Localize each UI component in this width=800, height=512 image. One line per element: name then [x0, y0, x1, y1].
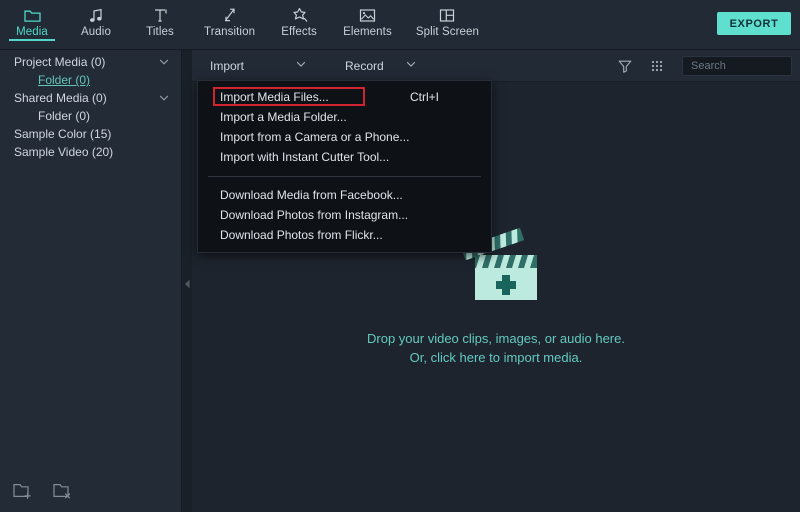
- filter-icon[interactable]: [616, 57, 634, 75]
- menu-separator: [208, 176, 481, 177]
- sidebar-item-sample-color[interactable]: Sample Color (15): [0, 125, 182, 143]
- menu-item-import-media-folder[interactable]: Import a Media Folder...: [198, 107, 491, 127]
- record-button-label: Record: [345, 58, 384, 73]
- import-button[interactable]: Import: [210, 50, 244, 81]
- collapse-left-arrow-icon[interactable]: [184, 276, 191, 294]
- dropzone-line-1: Drop your video clips, images, or audio …: [367, 330, 625, 346]
- tab-elements-label: Elements: [343, 26, 392, 38]
- sidebar-item-shared-folder[interactable]: Folder (0): [0, 107, 182, 125]
- menu-item-label: Download Photos from Flickr...: [220, 228, 383, 242]
- menu-item-import-from-camera-or-phone[interactable]: Import from a Camera or a Phone...: [198, 127, 491, 147]
- menu-item-label: Import from a Camera or a Phone...: [220, 130, 410, 144]
- import-dropdown-menu: Import Media Files... Ctrl+I Import a Me…: [197, 80, 492, 253]
- transition-arrow-icon: [221, 6, 239, 24]
- split-screen-icon: [439, 6, 455, 24]
- sidebar-item-sample-video[interactable]: Sample Video (20): [0, 143, 182, 161]
- tab-effects[interactable]: Effects: [267, 0, 331, 38]
- menu-item-import-with-instant-cutter-tool[interactable]: Import with Instant Cutter Tool...: [198, 147, 491, 167]
- tab-titles-label: Titles: [146, 26, 174, 38]
- sidebar-item-project-folder[interactable]: Folder (0): [0, 71, 182, 89]
- record-dropdown-caret[interactable]: [405, 50, 417, 81]
- search-box[interactable]: [682, 56, 800, 76]
- tab-elements[interactable]: Elements: [331, 0, 404, 38]
- sparkle-star-icon: [291, 6, 308, 24]
- grid-view-icon[interactable]: [648, 57, 666, 75]
- tab-split-screen[interactable]: Split Screen: [404, 0, 491, 38]
- folder-action-bar: [13, 482, 73, 499]
- chevron-down-icon: [405, 58, 417, 73]
- search-input[interactable]: [683, 60, 800, 72]
- import-button-label: Import: [210, 58, 245, 73]
- sidebar-item-label: Folder (0): [38, 109, 91, 123]
- tab-effects-label: Effects: [281, 26, 317, 38]
- import-dropdown-caret[interactable]: [295, 50, 307, 81]
- new-folder-icon[interactable]: [13, 482, 33, 499]
- sidebar-item-project-media[interactable]: Project Media (0): [0, 53, 182, 71]
- folder-icon: [23, 6, 41, 24]
- menu-item-shortcut: Ctrl+I: [409, 90, 439, 104]
- app-window: Media Audio Titles Transition Effects El…: [0, 0, 800, 512]
- tab-media-label: Media: [16, 26, 48, 38]
- delete-folder-icon[interactable]: [53, 482, 73, 499]
- image-icon: [359, 6, 376, 24]
- chevron-down-icon[interactable]: [158, 56, 170, 68]
- sidebar-item-shared-media[interactable]: Shared Media (0): [0, 89, 182, 107]
- tab-titles[interactable]: Titles: [128, 0, 192, 38]
- tab-transition-label: Transition: [204, 26, 256, 38]
- sidebar-item-label: Project Media (0): [14, 55, 106, 69]
- media-tree: Project Media (0) Folder (0) Shared Medi…: [0, 53, 182, 161]
- menu-item-download-photos-from-instagram[interactable]: Download Photos from Instagram...: [198, 205, 491, 225]
- top-tab-bar: Media Audio Titles Transition Effects El…: [0, 0, 800, 50]
- chevron-down-icon[interactable]: [158, 92, 170, 104]
- chevron-down-icon: [295, 58, 307, 73]
- sidebar-item-label: Shared Media (0): [14, 91, 107, 105]
- menu-item-download-media-from-facebook[interactable]: Download Media from Facebook...: [198, 185, 491, 205]
- tab-transition[interactable]: Transition: [192, 0, 267, 38]
- tab-audio-label: Audio: [81, 26, 111, 38]
- menu-item-download-photos-from-flickr[interactable]: Download Photos from Flickr...: [198, 225, 491, 245]
- music-note-icon: [88, 6, 104, 24]
- sidebar-item-label: Sample Video (20): [14, 145, 114, 159]
- tab-list: Media Audio Titles Transition Effects El…: [0, 0, 491, 50]
- dropzone-line-2: Or, click here to import media.: [409, 349, 583, 365]
- media-library-sidebar: Project Media (0) Folder (0) Shared Medi…: [0, 50, 182, 512]
- text-t-icon: [152, 6, 168, 24]
- sidebar-item-label: Folder (0): [38, 73, 91, 87]
- menu-item-import-media-files[interactable]: Import Media Files... Ctrl+I: [198, 87, 491, 107]
- tab-split-screen-label: Split Screen: [415, 26, 480, 38]
- menu-item-label: Import Media Files...: [220, 90, 329, 104]
- menu-item-label: Download Media from Facebook...: [220, 188, 403, 202]
- tab-media[interactable]: Media: [0, 0, 64, 41]
- sidebar-collapse-handle[interactable]: [182, 50, 192, 512]
- record-button[interactable]: Record: [345, 50, 384, 81]
- menu-item-label: Import with Instant Cutter Tool...: [220, 150, 390, 164]
- tab-audio[interactable]: Audio: [64, 0, 128, 38]
- sidebar-item-label: Sample Color (15): [14, 127, 112, 141]
- media-toolbar: Import Record: [192, 50, 800, 82]
- menu-item-label: Download Photos from Instagram...: [220, 208, 409, 222]
- menu-item-label: Import a Media Folder...: [220, 110, 347, 124]
- export-button[interactable]: EXPORT: [717, 12, 791, 35]
